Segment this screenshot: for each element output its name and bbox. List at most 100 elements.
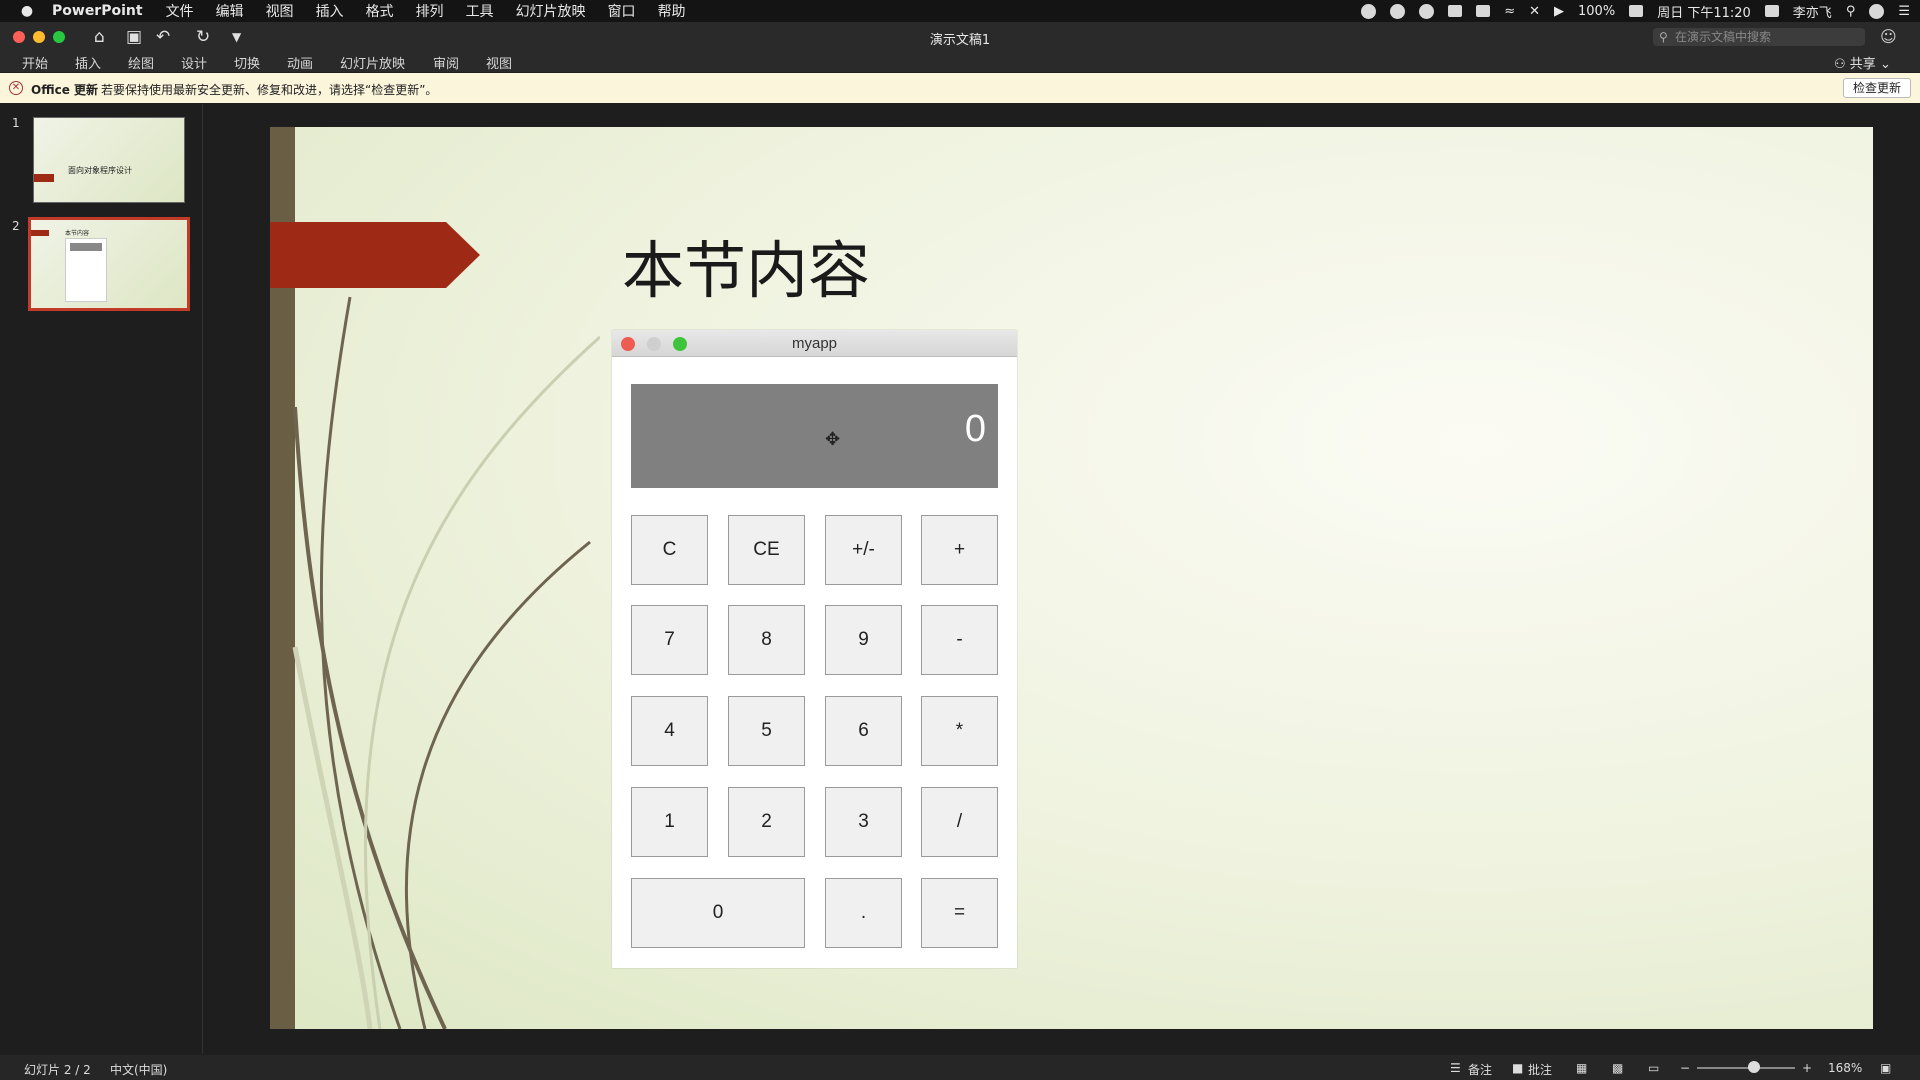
move-cursor-icon: ✥: [825, 429, 841, 450]
tab-transitions[interactable]: 切换: [234, 53, 260, 72]
slide-thumbnail-1[interactable]: 面向对象程序设计: [33, 117, 185, 203]
key-6[interactable]: 6: [825, 696, 902, 766]
battery-icon: [1629, 5, 1644, 17]
key-3[interactable]: 3: [825, 787, 902, 857]
zoom-level[interactable]: 168%: [1828, 1061, 1862, 1075]
menu-app-name[interactable]: PowerPoint: [52, 3, 143, 19]
wechat-icon[interactable]: [1448, 5, 1463, 17]
zoom-slider-knob[interactable]: [1748, 1061, 1760, 1073]
slide-canvas[interactable]: 本节内容: [270, 127, 1873, 1029]
volume-icon[interactable]: ▶: [1554, 4, 1564, 19]
tab-view[interactable]: 视图: [486, 53, 512, 72]
tab-draw[interactable]: 绘图: [128, 53, 154, 72]
menu-tools[interactable]: 工具: [466, 1, 494, 21]
fit-to-window-icon[interactable]: ▣: [1880, 1061, 1891, 1075]
key-2[interactable]: 2: [728, 787, 805, 857]
notes-icon[interactable]: ☰: [1450, 1061, 1461, 1075]
tab-insert[interactable]: 插入: [75, 53, 101, 72]
slide-sorter-icon[interactable]: ▩: [1612, 1061, 1623, 1075]
key-5[interactable]: 5: [728, 696, 805, 766]
search-icon: ⚲: [1659, 30, 1668, 44]
key-9[interactable]: 9: [825, 605, 902, 675]
cloud-icon[interactable]: [1476, 5, 1491, 17]
bluetooth-icon[interactable]: ✕: [1529, 4, 1540, 19]
key-4[interactable]: 4: [631, 696, 708, 766]
display-value: 0: [964, 408, 986, 450]
app-status-icon[interactable]: [1419, 3, 1435, 19]
clock[interactable]: 周日 下午11:20: [1657, 2, 1751, 21]
search-input[interactable]: ⚲ 在演示文稿中搜索: [1653, 28, 1865, 46]
check-updates-button[interactable]: 检查更新: [1843, 78, 1911, 98]
menu-format[interactable]: 格式: [366, 1, 394, 21]
share-button[interactable]: ⚇ 共享 ⌄: [1834, 53, 1891, 72]
language-indicator[interactable]: 中文(中国): [110, 1061, 167, 1078]
zoom-in-icon[interactable]: +: [1802, 1061, 1812, 1075]
input-source-flag-icon[interactable]: [1764, 5, 1779, 17]
key-1[interactable]: 1: [631, 787, 708, 857]
share-label: 共享: [1849, 57, 1876, 72]
tab-slideshow[interactable]: 幻灯片放映: [340, 53, 405, 72]
zoom-out-icon[interactable]: −: [1680, 1061, 1690, 1075]
menu-edit[interactable]: 编辑: [216, 1, 244, 21]
menu-insert[interactable]: 插入: [316, 1, 344, 21]
slide-thumbnail-2[interactable]: 本节内容: [28, 217, 190, 311]
key-decimal[interactable]: .: [825, 878, 902, 948]
menu-file[interactable]: 文件: [166, 1, 194, 21]
menu-arrange[interactable]: 排列: [416, 1, 444, 21]
normal-view-icon[interactable]: ▦: [1576, 1061, 1587, 1075]
tab-design[interactable]: 设计: [181, 53, 207, 72]
key-equals[interactable]: =: [921, 878, 998, 948]
title-arrow-shape: [270, 222, 480, 288]
spotlight-search-icon[interactable]: ⚲: [1846, 4, 1856, 19]
comments-button[interactable]: 批注: [1528, 1061, 1552, 1078]
key-clear-entry[interactable]: CE: [728, 515, 805, 585]
key-multiply[interactable]: *: [921, 696, 998, 766]
window-titlebar: ⌂ ▣ ↶ ↻ ▼ 演示文稿1 ⚲ 在演示文稿中搜索 ☺: [0, 22, 1920, 52]
menu-window[interactable]: 窗口: [608, 1, 636, 21]
status-bar: 幻灯片 2 / 2 中文(中国) ☰ 备注 ■ 批注 ▦ ▩ ▭ − + 168…: [0, 1055, 1920, 1080]
slide-title[interactable]: 本节内容: [622, 220, 870, 310]
user-name[interactable]: 李亦飞: [1793, 2, 1832, 21]
siri-icon[interactable]: [1869, 3, 1885, 19]
key-negate[interactable]: +/-: [825, 515, 902, 585]
status-menus: ≈ ✕ ▶ 100% 周日 下午11:20 李亦飞 ⚲ ☰: [1361, 0, 1910, 22]
comments-icon[interactable]: ■: [1512, 1061, 1523, 1075]
feedback-smiley-icon[interactable]: ☺: [1880, 27, 1897, 46]
key-7[interactable]: 7: [631, 605, 708, 675]
key-divide[interactable]: /: [921, 787, 998, 857]
menu-bar: ● PowerPoint 文件 编辑 视图 插入 格式 排列 工具 幻灯片放映 …: [0, 0, 1920, 22]
slideshow-view-icon[interactable]: ▭: [1648, 1061, 1659, 1075]
key-add[interactable]: +: [921, 515, 998, 585]
thumbnail-title-2: 本节内容: [65, 230, 90, 237]
calculator-display: 0 ✥: [631, 384, 998, 488]
notification-bell-icon[interactable]: [1390, 3, 1406, 19]
notes-button[interactable]: 备注: [1468, 1061, 1492, 1078]
thumbnail-number-2: 2: [12, 219, 20, 233]
key-clear[interactable]: C: [631, 515, 708, 585]
apple-menu-icon[interactable]: ●: [14, 3, 40, 19]
tab-home[interactable]: 开始: [22, 53, 48, 72]
menu-help[interactable]: 帮助: [658, 1, 686, 21]
zoom-slider[interactable]: [1697, 1067, 1795, 1069]
thumbnail-title-1: 面向对象程序设计: [68, 166, 132, 175]
key-0[interactable]: 0: [631, 878, 805, 948]
key-8[interactable]: 8: [728, 605, 805, 675]
slide-counter: 幻灯片 2 / 2: [24, 1063, 91, 1077]
thumb-calculator: [65, 238, 107, 302]
key-subtract[interactable]: -: [921, 605, 998, 675]
tab-review[interactable]: 审阅: [433, 53, 459, 72]
record-icon[interactable]: [1361, 3, 1377, 19]
tab-animations[interactable]: 动画: [287, 53, 313, 72]
dismiss-notification-icon[interactable]: ✕: [9, 81, 23, 95]
battery-percent[interactable]: 100%: [1578, 4, 1615, 19]
search-placeholder: 在演示文稿中搜索: [1675, 30, 1772, 44]
document-title: 演示文稿1: [929, 33, 991, 48]
thumb-arrow: [34, 174, 54, 182]
thumbnail-number-1: 1: [12, 116, 20, 130]
control-center-icon[interactable]: ☰: [1898, 4, 1910, 19]
menu-view[interactable]: 视图: [266, 1, 294, 21]
wifi-icon[interactable]: ≈: [1504, 4, 1515, 19]
menu-slideshow[interactable]: 幻灯片放映: [516, 1, 586, 21]
notification-label: Office 更新: [31, 83, 99, 97]
calculator-window[interactable]: myapp 0 ✥ C CE +/- + 7 8 9 - 4 5 6 * 1 2…: [612, 330, 1017, 968]
